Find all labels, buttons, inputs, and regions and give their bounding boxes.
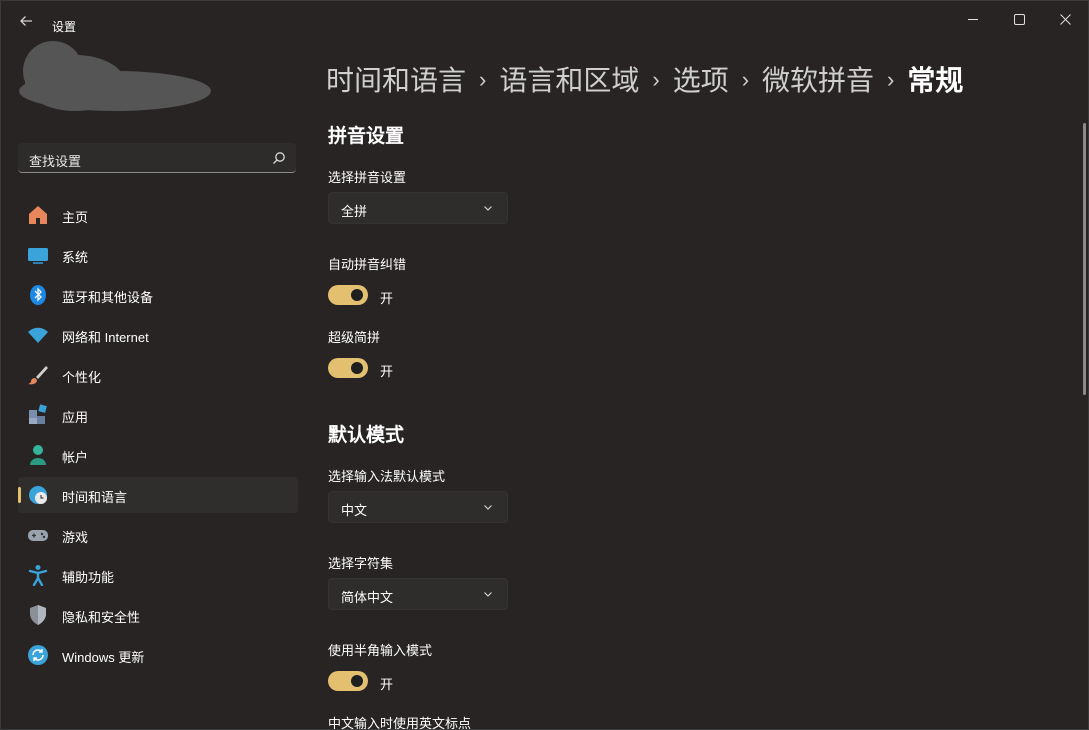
half-width-label: 使用半角输入模式 [328, 643, 433, 658]
half-width-toggle[interactable] [328, 671, 368, 691]
sidebar-item-label: 时间和语言 [62, 490, 128, 505]
search-icon[interactable] [272, 151, 286, 165]
bluetooth-icon [30, 285, 46, 305]
wifi-icon [28, 327, 48, 343]
sidebar-item-label: 应用 [62, 410, 89, 425]
back-arrow-icon[interactable] [15, 13, 37, 35]
charset-label: 选择字符集 [328, 556, 394, 571]
search-input[interactable]: 查找设置 [18, 143, 296, 173]
sidebar-item-accessibility[interactable]: 辅助功能 [18, 557, 298, 593]
selection-indicator [18, 487, 21, 503]
super-abbrev-toggle[interactable] [328, 358, 368, 378]
super-abbrev-label: 超级简拼 [328, 330, 381, 345]
auto-correct-label: 自动拼音纠错 [328, 257, 407, 272]
gamepad-icon [28, 530, 48, 541]
sidebar-item-gaming[interactable]: 游戏 [18, 517, 298, 553]
home-icon [29, 206, 47, 224]
brush-icon [28, 366, 48, 385]
dropdown-value: 全拼 [341, 204, 368, 219]
toggle-knob [351, 289, 363, 301]
system-icon [28, 248, 48, 264]
charset-dropdown[interactable]: 简体中文 [328, 578, 508, 610]
default-mode-label: 选择输入法默认模式 [328, 469, 446, 484]
auto-correct-toggle[interactable] [328, 285, 368, 305]
super-abbrev-state: 开 [380, 364, 394, 379]
sidebar-item-privacy[interactable]: 隐私和安全性 [18, 597, 298, 633]
half-width-state: 开 [380, 677, 394, 692]
search-placeholder: 查找设置 [29, 154, 82, 169]
section-title-pinyin: 拼音设置 [328, 126, 405, 147]
auto-correct-state: 开 [380, 291, 394, 306]
sidebar-item-bluetooth[interactable]: 蓝牙和其他设备 [18, 277, 298, 313]
sidebar-item-home[interactable]: 主页 [18, 197, 298, 233]
sidebar-item-personalization[interactable]: 个性化 [18, 357, 298, 393]
sidebar-item-label: 个性化 [62, 370, 102, 385]
sidebar-item-apps[interactable]: 应用 [18, 397, 298, 433]
settings-window: 设置 查找设置 主页 系统 蓝牙和其他设备 网络和 Internet 个性化 应… [0, 0, 1089, 730]
sidebar-item-time-language[interactable]: 时间和语言 [18, 477, 298, 513]
time-language-icon [29, 486, 47, 504]
sidebar-nav: 主页 系统 蓝牙和其他设备 网络和 Internet 个性化 应用 帐户 时间和… [18, 197, 298, 677]
sidebar-item-system[interactable]: 系统 [18, 237, 298, 273]
sidebar-item-label: 辅助功能 [62, 570, 115, 585]
sidebar-item-windows-update[interactable]: Windows 更新 [18, 637, 298, 673]
sidebar-item-label: 帐户 [62, 450, 89, 465]
pinyin-select-label: 选择拼音设置 [328, 170, 407, 185]
sidebar-item-label: 蓝牙和其他设备 [62, 290, 154, 305]
toggle-knob [351, 362, 363, 374]
sidebar-item-label: 系统 [62, 250, 89, 265]
section-title-default-mode: 默认模式 [328, 425, 405, 446]
settings-content: 拼音设置 选择拼音设置 全拼 自动拼音纠错 开 超级简拼 开 默认模式 选择输入… [328, 1, 1068, 730]
english-punct-label: 中文输入时使用英文标点 [328, 716, 472, 730]
chevron-down-icon [484, 206, 492, 211]
dropdown-value: 简体中文 [341, 590, 394, 605]
account-icon [30, 445, 46, 465]
toggle-knob [351, 675, 363, 687]
pinyin-mode-dropdown[interactable]: 全拼 [328, 192, 508, 224]
chevron-down-icon [484, 592, 492, 597]
shield-icon [30, 605, 46, 625]
scrollbar[interactable] [1083, 123, 1086, 395]
default-mode-dropdown[interactable]: 中文 [328, 491, 508, 523]
sidebar-item-label: 隐私和安全性 [62, 610, 141, 625]
accessibility-icon [28, 565, 48, 586]
chevron-down-icon [484, 505, 492, 510]
sidebar-item-network[interactable]: 网络和 Internet [18, 317, 298, 353]
dropdown-value: 中文 [341, 503, 368, 518]
avatar [19, 41, 211, 111]
apps-icon [29, 404, 47, 424]
sidebar-item-label: 主页 [62, 210, 89, 225]
sidebar-item-label: 游戏 [62, 530, 89, 545]
app-title: 设置 [52, 20, 77, 34]
sidebar-item-label: 网络和 Internet [62, 330, 149, 345]
update-icon [28, 645, 48, 665]
sidebar-item-label: Windows 更新 [62, 650, 145, 665]
sidebar-item-accounts[interactable]: 帐户 [18, 437, 298, 473]
